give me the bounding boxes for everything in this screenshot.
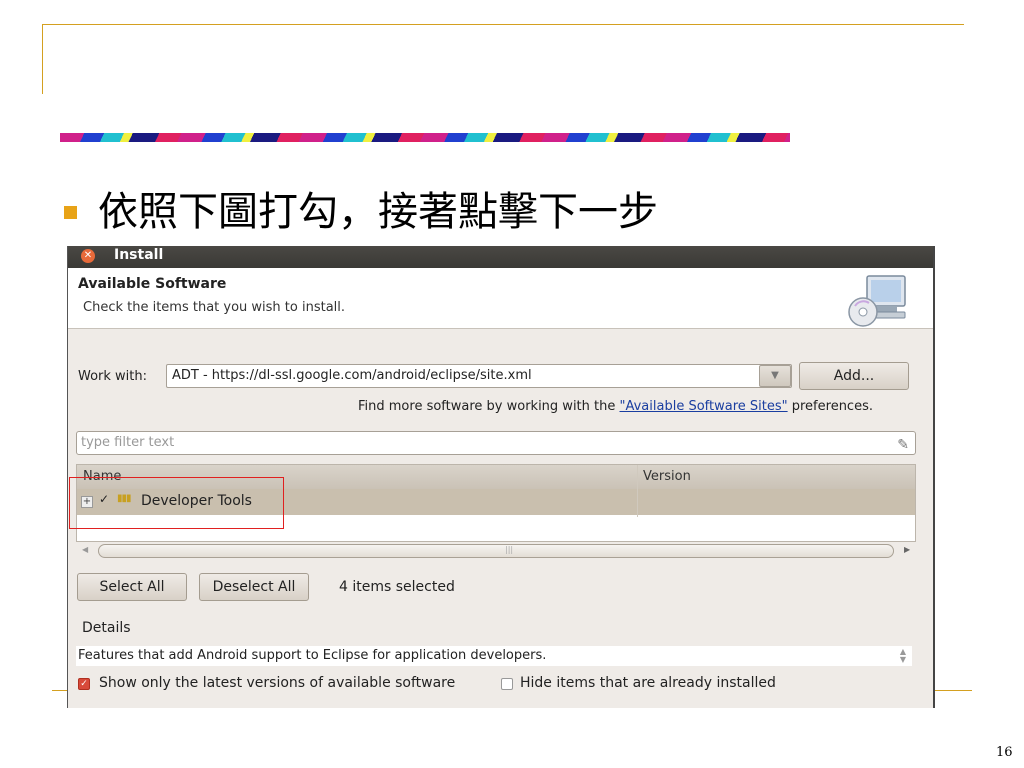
slide-frame-left — [42, 24, 43, 94]
dialog-title: Install — [114, 247, 164, 263]
scroll-left-icon[interactable]: ◀ — [82, 545, 88, 554]
find-more-text: Find more software by working with the "… — [358, 399, 873, 414]
filter-input[interactable]: type filter text ✎ — [76, 431, 916, 455]
spinner-icon[interactable]: ▲ ▼ — [900, 648, 906, 664]
scroll-track[interactable]: ||| — [98, 544, 894, 558]
slide-frame-bottom — [934, 690, 972, 691]
slide-heading: 依照下圖打勾，接著點擊下一步 — [98, 189, 658, 235]
header-subtitle: Check the items that you wish to install… — [83, 300, 346, 315]
page-number: 16 — [996, 745, 1013, 760]
column-header-version[interactable]: Version — [643, 469, 691, 484]
close-icon[interactable]: ✕ — [81, 249, 95, 263]
work-with-label: Work with: — [78, 369, 148, 384]
column-divider — [637, 465, 638, 517]
slide-frame-top — [42, 24, 964, 25]
dialog-titlebar: ✕ Install — [68, 246, 933, 268]
selection-status: 4 items selected — [339, 579, 455, 595]
header-title: Available Software — [78, 276, 227, 292]
add-button[interactable]: Add... — [799, 362, 909, 390]
hide-installed-label[interactable]: Hide items that are already installed — [520, 675, 776, 691]
details-label: Details — [82, 620, 135, 636]
install-cd-icon — [848, 275, 906, 327]
chevron-down-icon[interactable]: ▼ — [759, 365, 791, 387]
select-all-button[interactable]: Select All — [77, 573, 187, 601]
available-software-sites-link[interactable]: "Available Software Sites" — [620, 399, 788, 414]
slide-frame-bottom-left — [52, 690, 68, 691]
scroll-grip-icon: ||| — [505, 545, 514, 554]
work-with-combobox[interactable]: ADT - https://dl-ssl.google.com/android/… — [166, 364, 792, 388]
show-latest-label[interactable]: Show only the latest versions of availab… — [99, 675, 455, 691]
bullet-icon — [64, 206, 77, 219]
install-dialog: ✕ Install Available Software Check the i… — [67, 246, 935, 708]
highlight-box — [69, 477, 284, 529]
deselect-all-button[interactable]: Deselect All — [199, 573, 309, 601]
clear-filter-icon[interactable]: ✎ — [897, 434, 909, 456]
dialog-header: Available Software Check the items that … — [68, 268, 933, 329]
scroll-right-icon[interactable]: ▶ — [904, 545, 910, 554]
horizontal-scrollbar[interactable]: ◀ ||| ▶ — [76, 544, 916, 558]
details-text-field[interactable]: Features that add Android support to Ecl… — [76, 646, 912, 666]
decorative-band — [60, 133, 790, 142]
hide-installed-checkbox[interactable] — [501, 678, 513, 690]
show-latest-checkbox[interactable]: ✓ — [78, 678, 90, 690]
